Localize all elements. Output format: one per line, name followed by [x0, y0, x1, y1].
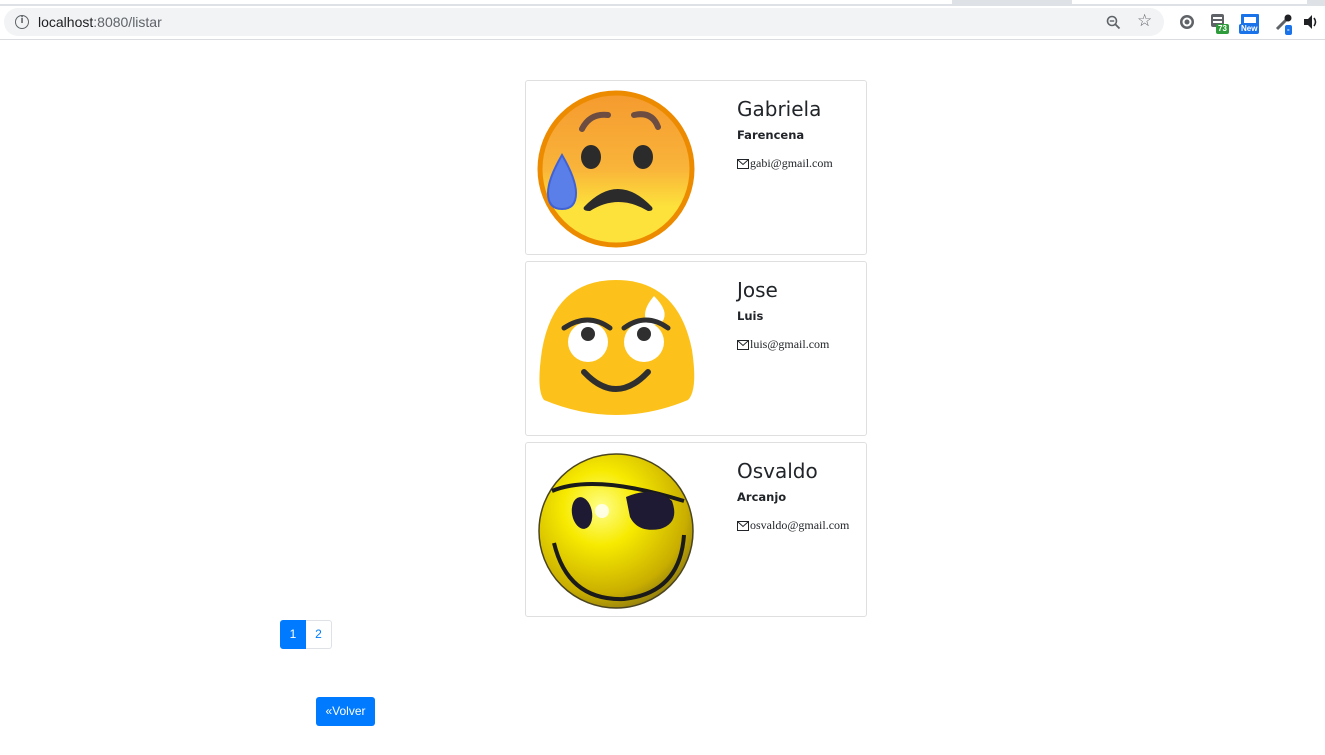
- url-text[interactable]: localhost:8080/listar: [38, 14, 162, 30]
- eyedropper-badge: -: [1285, 25, 1292, 35]
- contact-email: gabi@gmail.com: [737, 156, 833, 171]
- contact-last-name: Farencena: [737, 128, 805, 142]
- pagination: 1 2: [280, 620, 332, 649]
- bookmark-star-icon[interactable]: ☆: [1137, 11, 1152, 31]
- contact-email: luis@gmail.com: [737, 337, 829, 352]
- contact-last-name: Arcanjo: [737, 490, 787, 504]
- contact-first-name: Gabriela: [737, 97, 822, 121]
- contact-first-name: Osvaldo: [737, 459, 818, 483]
- back-button[interactable]: «Volver: [316, 697, 375, 726]
- pirate-smiley-emoji-icon: [538, 453, 694, 609]
- relieved-sweat-emoji-icon: [539, 280, 695, 415]
- inactive-tab[interactable]: [1072, 0, 1307, 4]
- contact-email-text: gabi@gmail.com: [750, 156, 833, 170]
- envelope-icon: [737, 339, 749, 350]
- zoom-out-icon[interactable]: [1106, 15, 1121, 30]
- translate-extension-icon[interactable]: [1176, 12, 1198, 34]
- new-badge: New: [1239, 24, 1260, 34]
- contact-last-name: Luis: [737, 309, 764, 323]
- contact-email: osvaldo@gmail.com: [737, 518, 849, 533]
- contact-first-name: Jose: [737, 278, 778, 302]
- page-link-2[interactable]: 2: [306, 620, 332, 649]
- speaker-icon[interactable]: [1302, 13, 1320, 31]
- counter-badge: 73: [1216, 24, 1229, 34]
- contact-card: Jose Luis luis@gmail.com: [525, 261, 867, 436]
- envelope-icon: [737, 520, 749, 531]
- page-link-1[interactable]: 1: [280, 620, 306, 649]
- contact-email-text: osvaldo@gmail.com: [750, 518, 850, 532]
- screenshot-extension-icon[interactable]: New: [1239, 12, 1261, 34]
- browser-toolbar: i localhost:8080/listar ☆ 73 New -: [0, 6, 1325, 40]
- contact-card: Osvaldo Arcanjo osvaldo@gmail.com: [525, 442, 867, 617]
- address-bar[interactable]: i localhost:8080/listar ☆: [4, 8, 1164, 36]
- counter-extension-icon[interactable]: 73: [1208, 12, 1230, 34]
- active-tab[interactable]: [0, 0, 952, 4]
- envelope-icon: [737, 158, 749, 169]
- contact-card: Gabriela Farencena gabi@gmail.com: [525, 80, 867, 255]
- eyedropper-extension-icon[interactable]: -: [1273, 12, 1295, 35]
- sad-sweat-emoji-icon: [537, 90, 695, 248]
- site-info-icon[interactable]: i: [15, 15, 29, 29]
- contact-email-text: luis@gmail.com: [750, 337, 830, 351]
